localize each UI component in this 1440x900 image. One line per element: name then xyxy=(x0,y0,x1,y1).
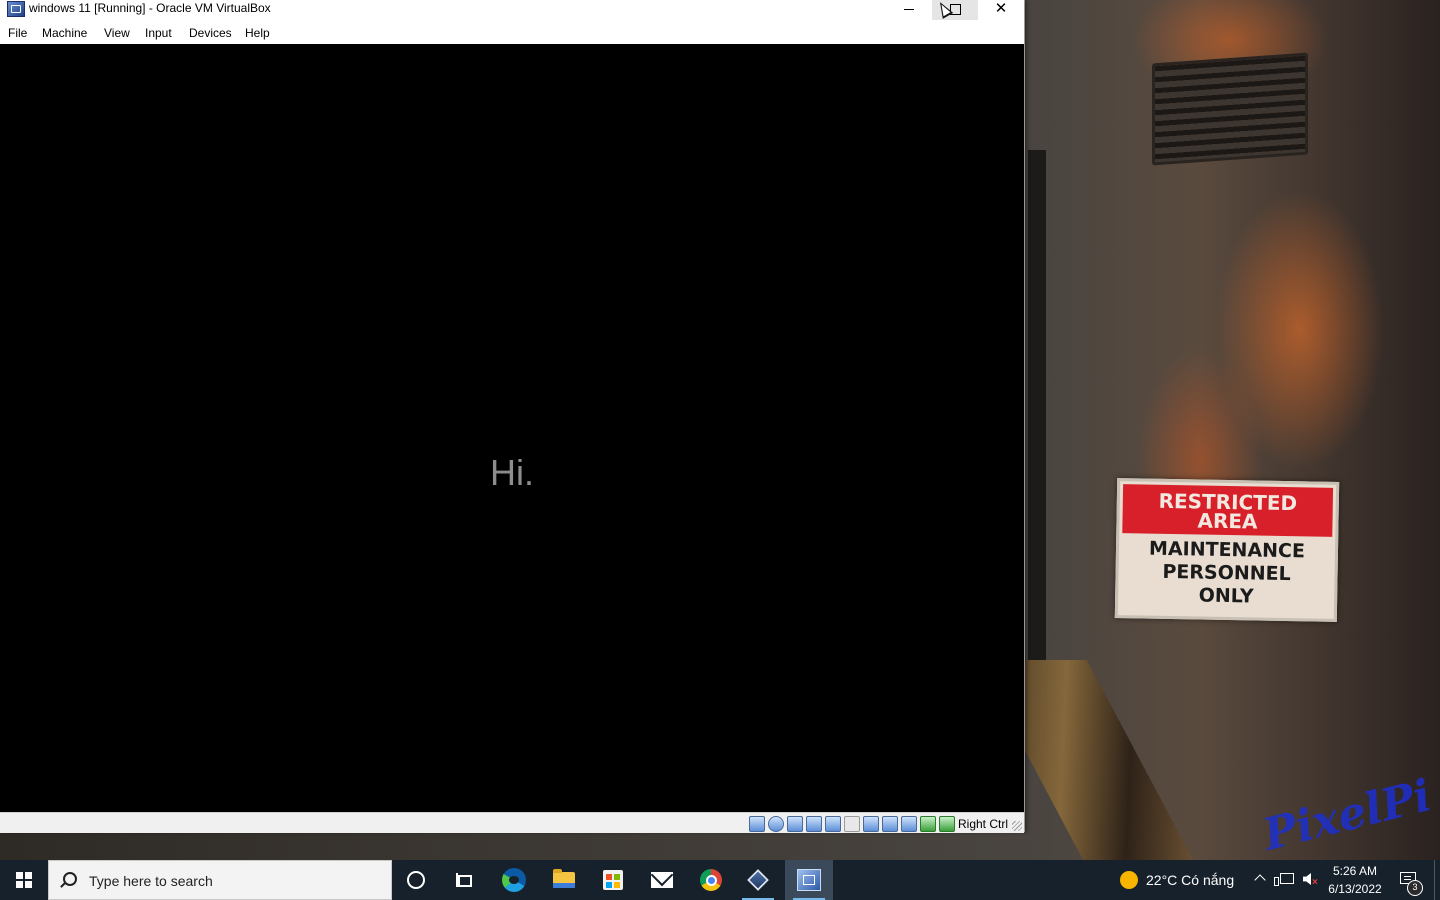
virtualbox-icon xyxy=(747,869,769,891)
window-title: windows 11 [Running] - Oracle VM Virtual… xyxy=(29,1,271,15)
minimize-button[interactable] xyxy=(886,0,932,20)
menu-file[interactable]: File xyxy=(8,26,27,40)
sign-line1: MAINTENANCE xyxy=(1148,537,1306,563)
notification-count-badge: 3 xyxy=(1407,880,1423,896)
taskbar-search-box[interactable]: Type here to search xyxy=(48,860,392,900)
windows-logo-icon xyxy=(16,872,32,888)
clock-time: 5:26 AM xyxy=(1332,864,1378,878)
menu-bar: File Machine View Input Devices Help xyxy=(0,22,1024,44)
mail-icon xyxy=(651,872,673,888)
virtualbox-app-icon[interactable] xyxy=(7,1,25,17)
virtualization-icon[interactable] xyxy=(920,816,936,832)
vm-greeting-text: Hi. xyxy=(490,452,534,493)
microsoft-store-button[interactable] xyxy=(589,860,637,900)
start-button[interactable] xyxy=(0,860,48,900)
file-explorer-button[interactable] xyxy=(540,860,588,900)
minimize-icon xyxy=(904,8,914,10)
status-bar: Right Ctrl xyxy=(0,812,1024,833)
cortana-icon xyxy=(407,871,425,889)
show-desktop-button[interactable] xyxy=(1434,860,1440,900)
clock-date: 6/13/2022 xyxy=(1328,882,1382,896)
task-view-button[interactable] xyxy=(440,860,488,900)
optical-drive-icon[interactable] xyxy=(768,816,784,832)
virtualbox-manager-button[interactable] xyxy=(734,860,782,900)
chrome-button[interactable] xyxy=(687,860,735,900)
weather-widget[interactable]: 22°C Có nắng xyxy=(1120,860,1234,900)
mouse-integration-icon[interactable] xyxy=(939,816,955,832)
wall-pillar xyxy=(1028,150,1046,660)
clock[interactable]: 5:26 AM 6/13/2022 xyxy=(1324,862,1386,898)
sign-top-line2: AREA xyxy=(1197,508,1258,534)
task-view-icon xyxy=(456,873,472,887)
show-hidden-icons-chevron-icon[interactable] xyxy=(1254,874,1266,886)
sign-line3: ONLY xyxy=(1198,584,1254,608)
edge-icon xyxy=(502,868,526,892)
hard-disk-icon[interactable] xyxy=(749,816,765,832)
title-bar[interactable]: windows 11 [Running] - Oracle VM Virtual… xyxy=(0,0,1024,20)
action-center-button[interactable]: 3 xyxy=(1396,860,1426,900)
close-button[interactable]: ✕ xyxy=(978,0,1024,20)
file-explorer-icon xyxy=(553,869,575,888)
sun-icon xyxy=(1120,871,1138,889)
wallpaper-watermark: PixelPi xyxy=(1258,770,1437,861)
microsoft-store-icon xyxy=(603,870,623,890)
recording-icon[interactable] xyxy=(901,816,917,832)
chrome-icon xyxy=(700,869,722,891)
menu-help[interactable]: Help xyxy=(245,26,270,40)
edge-button[interactable] xyxy=(490,860,538,900)
mail-button[interactable] xyxy=(638,860,686,900)
volume-icon[interactable] xyxy=(1303,873,1311,885)
virtualbox-window: windows 11 [Running] - Oracle VM Virtual… xyxy=(0,0,1025,833)
menu-devices[interactable]: Devices xyxy=(189,26,232,40)
vm-display[interactable]: Hi. xyxy=(0,44,1024,812)
usb-icon[interactable] xyxy=(825,816,841,832)
host-key-label[interactable]: Right Ctrl xyxy=(958,817,1008,831)
wall-vent xyxy=(1152,52,1308,166)
network-icon[interactable] xyxy=(806,816,822,832)
menu-machine[interactable]: Machine xyxy=(42,26,87,40)
menu-input[interactable]: Input xyxy=(145,26,172,40)
restricted-area-sign: RESTRICTED AREA MAINTENANCE PERSONNEL ON… xyxy=(1114,478,1340,622)
search-placeholder: Type here to search xyxy=(89,873,213,889)
taskbar: Type here to search 22°C Có nắng × 5:26 … xyxy=(0,860,1440,900)
search-icon xyxy=(63,872,77,886)
audio-icon[interactable] xyxy=(787,816,803,832)
display-icon[interactable] xyxy=(863,816,879,832)
cortana-button[interactable] xyxy=(392,860,440,900)
status-icons xyxy=(749,816,955,832)
shared-folders-icon[interactable] xyxy=(844,816,860,832)
resize-grip[interactable] xyxy=(1012,821,1022,831)
virtualbox-vm-icon xyxy=(797,869,821,891)
weather-text: 22°C Có nắng xyxy=(1146,872,1235,888)
volume-muted-icon: × xyxy=(1312,877,1318,888)
video-capture-icon[interactable] xyxy=(882,816,898,832)
sign-header: RESTRICTED AREA xyxy=(1122,484,1334,537)
sign-body: MAINTENANCE PERSONNEL ONLY xyxy=(1118,533,1335,610)
network-status-icon[interactable] xyxy=(1274,873,1294,886)
menu-view[interactable]: View xyxy=(104,26,130,40)
virtualbox-vm-button[interactable] xyxy=(785,860,833,900)
